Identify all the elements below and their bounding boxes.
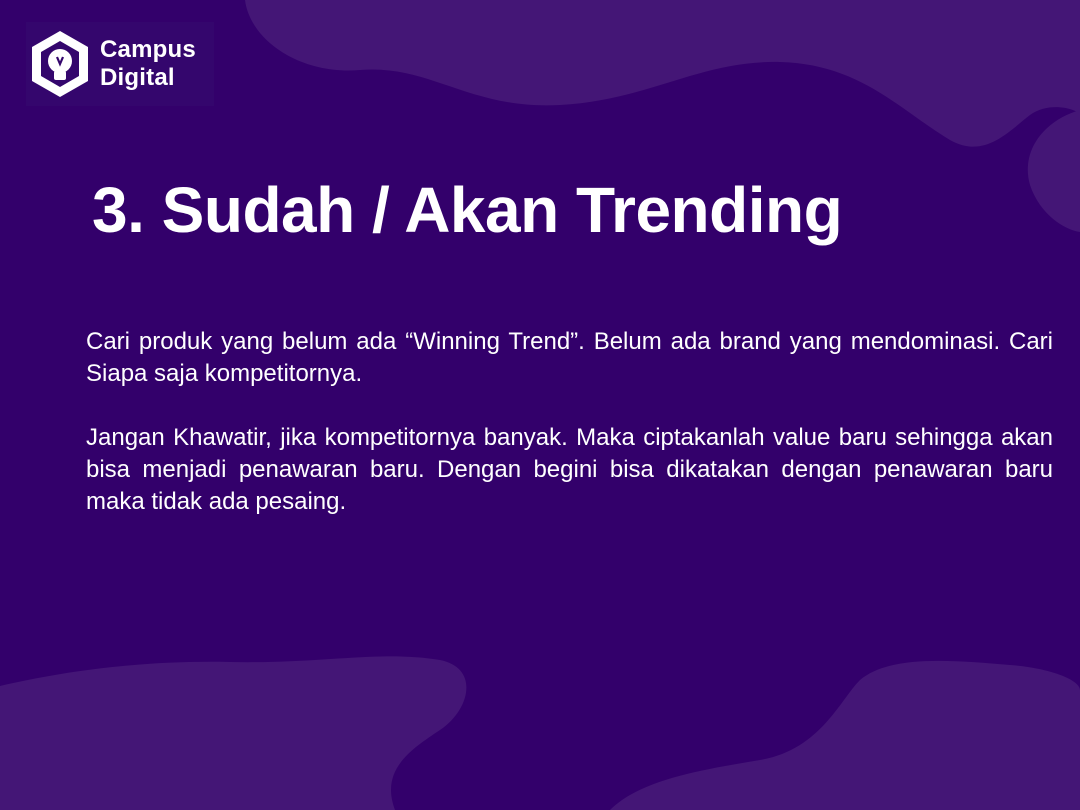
logo-text-line1: Campus [100, 36, 196, 63]
lightbulb-hexagon-icon [32, 31, 88, 97]
blob-right-edge [1027, 110, 1080, 232]
slide-body: Cari produk yang belum ada “Winning Tren… [86, 326, 1053, 550]
body-paragraph-1: Cari produk yang belum ada “Winning Tren… [86, 328, 1053, 387]
blob-bottom-right [610, 660, 1080, 810]
blob-top-right [245, 0, 1080, 147]
logo-text-line2: Digital [100, 64, 175, 91]
slide-title: 3. Sudah / Akan Trending [92, 174, 843, 246]
campus-digital-logo: Campus Digital [26, 22, 214, 106]
body-paragraph-2: Jangan Khawatir, jika kompetitornya bany… [86, 424, 1053, 515]
blob-bottom-left [0, 656, 467, 810]
